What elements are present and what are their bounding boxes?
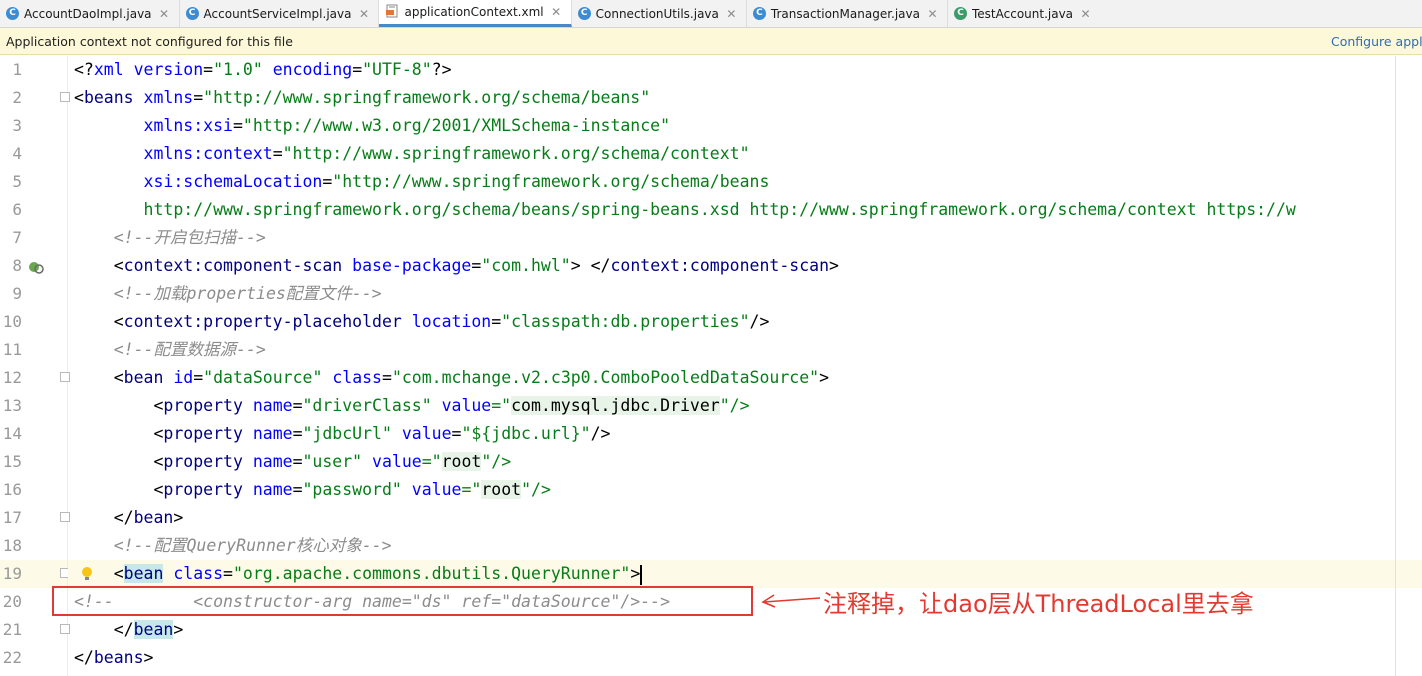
close-icon[interactable]: ✕ <box>550 5 563 19</box>
code-line: <bean id="dataSource" class="com.mchange… <box>74 368 830 387</box>
tab-test-account[interactable]: C TestAccount.java ✕ <box>948 0 1100 27</box>
lightbulb-icon[interactable] <box>80 566 94 582</box>
line-number: 1 <box>12 60 22 79</box>
line-number: 18 <box>2 536 22 555</box>
code-line: <context:component-scan base-package="co… <box>74 256 839 275</box>
editor-tab-bar: C AccountDaoImpl.java ✕ C AccountService… <box>0 0 1422 28</box>
annotation-highlight-box <box>52 586 753 616</box>
java-test-class-icon: C <box>954 7 967 20</box>
line-number: 9 <box>12 284 22 303</box>
line-number: 6 <box>12 200 22 219</box>
close-icon[interactable]: ✕ <box>357 7 370 21</box>
code-line: </bean> <box>74 620 184 639</box>
code-line: xmlns:context="http://www.springframewor… <box>74 144 750 163</box>
line-number: 2 <box>12 88 22 107</box>
line-number: 5 <box>12 172 22 191</box>
line-number: 8 <box>12 256 22 275</box>
tab-connection-utils[interactable]: C ConnectionUtils.java ✕ <box>572 0 747 27</box>
tab-label: ConnectionUtils.java <box>595 6 719 21</box>
close-icon[interactable]: ✕ <box>158 7 171 21</box>
tab-transaction-manager[interactable]: C TransactionManager.java ✕ <box>747 0 948 27</box>
close-icon[interactable]: ✕ <box>1079 7 1092 21</box>
line-number: 22 <box>2 648 22 667</box>
java-class-icon: C <box>185 7 199 20</box>
tab-label: AccountServiceImpl.java <box>203 6 352 21</box>
close-icon[interactable]: ✕ <box>926 7 939 21</box>
code-line: <beans xmlns="http://www.springframework… <box>74 88 651 107</box>
code-line: <!--开启包扫描--> <box>74 228 266 247</box>
code-line: <!--配置QueryRunner核心对象--> <box>74 536 392 555</box>
right-margin-guide <box>1395 56 1396 676</box>
code-line: http://www.springframework.org/schema/be… <box>74 200 1296 219</box>
code-line: <!--配置数据源--> <box>74 340 266 359</box>
line-number: 20 <box>2 592 22 611</box>
annotation-arrow-icon <box>760 590 822 614</box>
close-icon[interactable]: ✕ <box>725 7 738 21</box>
line-number: 13 <box>2 396 22 415</box>
line-number: 17 <box>2 508 22 527</box>
spring-bean-icon[interactable] <box>28 259 44 274</box>
java-class-icon: C <box>752 7 766 20</box>
tab-account-dao-impl[interactable]: C AccountDaoImpl.java ✕ <box>0 0 180 27</box>
code-line: </beans> <box>74 648 154 667</box>
line-number: 14 <box>2 424 22 443</box>
code-line: <property name="user" value="root"/> <box>74 452 512 471</box>
banner-message: Application context not configured for t… <box>6 33 293 49</box>
code-line: <property name="driverClass" value="com.… <box>74 396 750 415</box>
code-line: </bean> <box>74 508 184 527</box>
xml-file-icon <box>385 4 399 21</box>
text-caret <box>640 564 642 585</box>
annotation-text: 注释掉，让dao层从ThreadLocal里去拿 <box>823 590 1254 618</box>
code-line: <property name="password" value="root"/> <box>74 480 551 499</box>
line-number: 16 <box>2 480 22 499</box>
java-class-icon: C <box>6 7 19 20</box>
line-number: 11 <box>2 340 22 359</box>
configure-link[interactable]: Configure appli <box>1331 28 1422 55</box>
code-line: <property name="jdbcUrl" value="${jdbc.u… <box>74 424 611 443</box>
tab-label: AccountDaoImpl.java <box>24 6 152 21</box>
code-line: xsi:schemaLocation="http://www.springfra… <box>74 172 770 191</box>
line-number: 21 <box>2 620 22 639</box>
tab-label: applicationContext.xml <box>404 5 544 19</box>
code-line: <?xml version="1.0" encoding="UTF-8"?> <box>74 60 452 79</box>
line-number: 19 <box>2 564 22 583</box>
tab-application-context[interactable]: applicationContext.xml ✕ <box>379 0 572 27</box>
line-number: 7 <box>12 228 22 247</box>
code-line: <!--加载properties配置文件--> <box>74 284 382 303</box>
line-number: 4 <box>12 144 22 163</box>
line-number: 15 <box>2 452 22 471</box>
code-editor[interactable]: <?xml version="1.0" encoding="UTF-8"?> <… <box>68 56 1422 676</box>
tab-label: TransactionManager.java <box>770 6 920 21</box>
line-number: 3 <box>12 116 22 135</box>
java-class-icon: C <box>577 7 591 20</box>
line-number: 12 <box>2 368 22 387</box>
editor-gutter: 1 2 3 4 5 6 7 8 9 10 11 12 13 14 15 16 1… <box>0 56 70 676</box>
tab-account-service-impl[interactable]: C AccountServiceImpl.java ✕ <box>180 0 380 27</box>
code-line: <context:property-placeholder location="… <box>74 312 770 331</box>
code-line: xmlns:xsi="http://www.w3.org/2001/XMLSch… <box>74 116 671 135</box>
tab-label: TestAccount.java <box>972 6 1074 21</box>
spring-config-banner: Application context not configured for t… <box>0 28 1422 55</box>
line-number: 10 <box>2 312 22 331</box>
